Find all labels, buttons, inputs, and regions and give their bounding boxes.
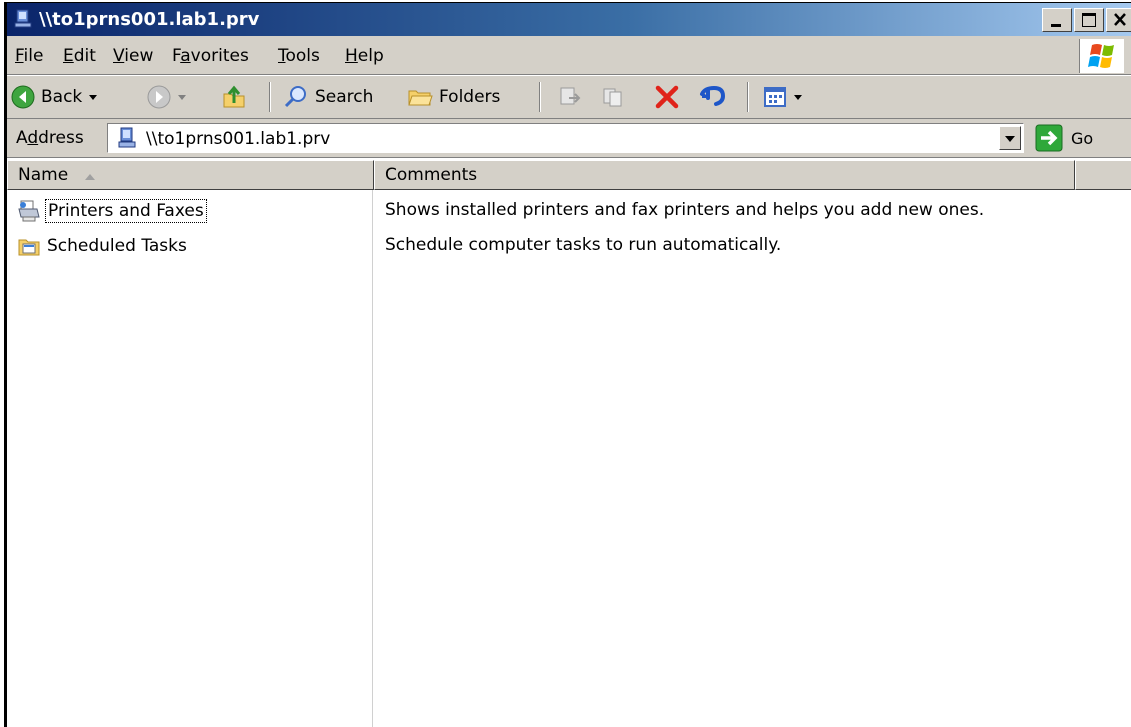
folders-button[interactable]: Folders bbox=[407, 84, 500, 110]
menu-favorites-accel: a bbox=[180, 46, 191, 66]
menu-edit[interactable]: Edit bbox=[63, 46, 96, 66]
menu-favorites-rest: vorites bbox=[190, 46, 249, 66]
back-arrow-icon bbox=[11, 85, 35, 109]
column-header-comments[interactable]: Comments bbox=[374, 160, 1075, 190]
move-to-icon bbox=[560, 87, 581, 105]
undo-icon bbox=[700, 85, 726, 106]
folders-label: Folders bbox=[439, 87, 501, 107]
toolbar-separator bbox=[539, 82, 541, 112]
windows-flag-icon bbox=[1088, 44, 1114, 68]
chevron-down-icon bbox=[1005, 136, 1015, 142]
views-icon bbox=[764, 87, 786, 107]
column-header-empty[interactable] bbox=[1075, 160, 1131, 190]
network-computer-icon bbox=[14, 9, 32, 28]
list-item[interactable]: Printers and Faxes bbox=[17, 196, 207, 226]
delete-x-icon bbox=[655, 85, 679, 109]
column-name-label: Name bbox=[18, 165, 69, 185]
search-label: Search bbox=[315, 87, 374, 107]
move-to-button[interactable] bbox=[557, 84, 583, 110]
maximize-icon bbox=[1082, 13, 1096, 27]
copy-to-icon bbox=[603, 88, 622, 107]
up-folder-button[interactable] bbox=[221, 84, 247, 110]
minimize-icon bbox=[1051, 24, 1061, 27]
menu-tools-accel: T bbox=[278, 46, 286, 66]
explorer-window: \\to1prns001.lab1.prv File Edit View Fav… bbox=[4, 2, 1131, 727]
menu-help[interactable]: Help bbox=[345, 46, 384, 66]
menu-edit-rest: dit bbox=[73, 46, 96, 66]
menu-help-accel: H bbox=[345, 46, 358, 66]
sort-ascending-icon bbox=[85, 174, 95, 180]
undo-button[interactable] bbox=[699, 84, 727, 110]
standard-toolbar: Back Search Folders bbox=[7, 76, 1131, 119]
folders-icon bbox=[408, 90, 433, 106]
menu-favorites[interactable]: Favorites bbox=[172, 46, 249, 66]
menu-help-rest: elp bbox=[357, 46, 384, 66]
forward-arrow-icon bbox=[147, 85, 171, 109]
windows-logo bbox=[1079, 39, 1124, 73]
forward-dropdown-icon[interactable] bbox=[177, 92, 187, 102]
go-button[interactable]: Go bbox=[1035, 124, 1093, 152]
address-label-rest: dress bbox=[38, 128, 84, 148]
printer-folder-icon bbox=[18, 200, 40, 222]
maximize-button[interactable] bbox=[1074, 8, 1104, 32]
copy-to-button[interactable] bbox=[601, 84, 627, 110]
menu-file[interactable]: File bbox=[15, 46, 43, 66]
address-label-accel: d bbox=[27, 128, 39, 148]
menu-bar: File Edit View Favorites Tools Help bbox=[7, 36, 1131, 76]
toolbar-separator bbox=[269, 82, 271, 112]
search-button[interactable]: Search bbox=[283, 84, 373, 110]
window-controls bbox=[1042, 8, 1131, 32]
delete-button[interactable] bbox=[653, 84, 681, 110]
address-dropdown-button[interactable] bbox=[999, 126, 1021, 150]
minimize-button[interactable] bbox=[1042, 8, 1072, 32]
back-button[interactable]: Back bbox=[11, 84, 98, 110]
menu-file-accel: F bbox=[15, 46, 24, 66]
go-arrow-icon bbox=[1035, 124, 1063, 152]
address-input[interactable]: \\to1prns001.lab1.prv bbox=[107, 123, 1024, 153]
address-bar: Address \\to1prns001.lab1.prv Go bbox=[7, 119, 1131, 158]
menu-tools-rest: ools bbox=[285, 46, 320, 66]
back-label: Back bbox=[41, 87, 83, 107]
menu-edit-accel: E bbox=[63, 46, 74, 66]
file-list: Name Comments Printers and Faxes Shows i… bbox=[7, 158, 1131, 727]
address-label-pre: A bbox=[16, 128, 28, 148]
menu-file-rest: ile bbox=[23, 46, 44, 66]
back-dropdown-icon[interactable] bbox=[88, 92, 98, 102]
menu-tools[interactable]: Tools bbox=[278, 46, 320, 66]
menu-view-accel: V bbox=[113, 46, 125, 66]
column-header-name[interactable]: Name bbox=[7, 160, 374, 190]
column-comments-label: Comments bbox=[385, 165, 478, 185]
list-item-name: Printers and Faxes bbox=[45, 199, 207, 223]
list-item-name: Scheduled Tasks bbox=[47, 236, 187, 256]
close-button[interactable] bbox=[1106, 8, 1131, 32]
window-title: \\to1prns001.lab1.prv bbox=[39, 9, 260, 30]
search-icon bbox=[284, 86, 306, 108]
menu-view[interactable]: View bbox=[113, 46, 153, 66]
views-button[interactable] bbox=[763, 84, 803, 110]
address-value: \\to1prns001.lab1.prv bbox=[146, 129, 331, 149]
up-folder-icon bbox=[223, 85, 245, 108]
toolbar-separator bbox=[747, 82, 749, 112]
forward-button[interactable] bbox=[147, 84, 187, 110]
list-item-comment: Shows installed printers and fax printer… bbox=[385, 200, 985, 220]
go-label: Go bbox=[1071, 128, 1094, 148]
close-icon bbox=[1114, 13, 1126, 26]
address-label: Address bbox=[16, 128, 84, 148]
menu-favorites-pre: F bbox=[172, 46, 181, 66]
views-dropdown-icon[interactable] bbox=[793, 92, 803, 102]
list-item[interactable]: Scheduled Tasks bbox=[17, 231, 189, 261]
column-divider bbox=[372, 190, 373, 727]
list-item-comment: Schedule computer tasks to run automatic… bbox=[385, 235, 782, 255]
menu-view-rest: iew bbox=[124, 46, 154, 66]
scheduled-tasks-icon bbox=[18, 239, 40, 256]
network-computer-icon bbox=[118, 127, 136, 148]
title-bar[interactable]: \\to1prns001.lab1.prv bbox=[7, 3, 1131, 36]
